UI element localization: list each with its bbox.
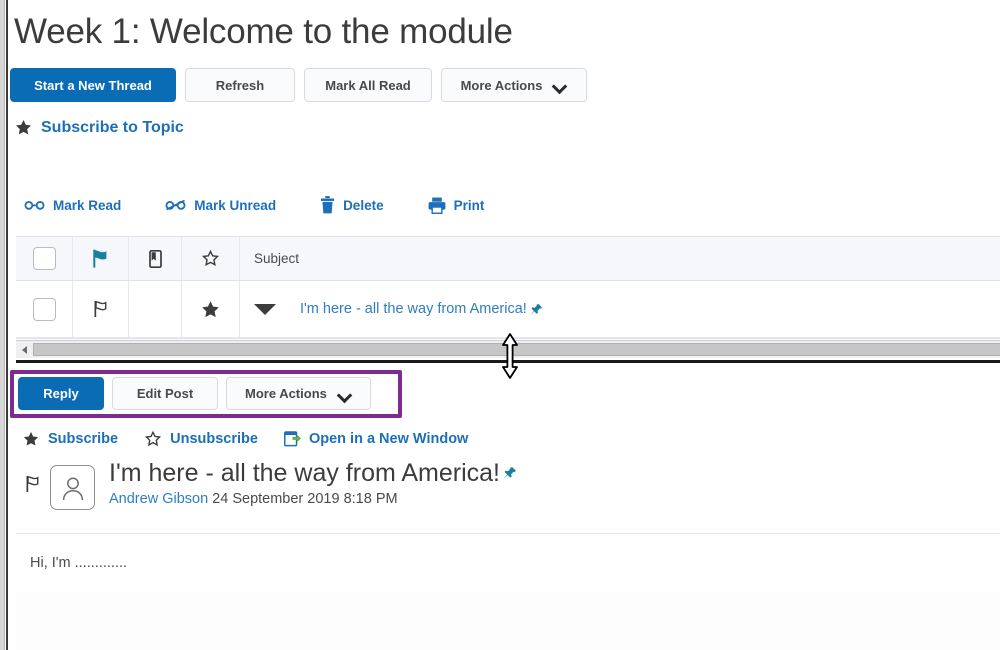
chevron-down-icon	[554, 81, 567, 89]
post-main: I'm here - all the way from America! And…	[109, 459, 517, 507]
star-outline-icon	[144, 430, 162, 448]
triangle-down-icon[interactable]	[254, 303, 276, 315]
star-column-header[interactable]	[182, 237, 240, 280]
attachment-column-header[interactable]	[129, 237, 182, 280]
star-filled-icon	[22, 430, 40, 448]
scrollbar-thumb[interactable]	[33, 343, 1000, 356]
trash-icon	[320, 196, 335, 214]
star-filled-icon	[200, 299, 221, 320]
forum-topic-screen: Week 1: Welcome to the module Start a Ne…	[0, 0, 1000, 650]
more-actions-label: More Actions	[460, 77, 543, 93]
post-flag-button[interactable]	[16, 459, 50, 493]
post-title-label: I'm here - all the way from America!	[109, 459, 501, 487]
window-left-gutter	[0, 0, 5, 650]
content-area: Week 1: Welcome to the module Start a Ne…	[8, 0, 1000, 650]
delete-action[interactable]: Delete	[320, 196, 384, 214]
post-more-actions-button[interactable]: More Actions	[226, 377, 371, 410]
flag-column-header[interactable]	[73, 237, 129, 280]
glasses-icon	[24, 198, 45, 212]
mark-read-label: Mark Read	[53, 197, 122, 213]
mark-unread-action[interactable]: Mark Unread	[165, 198, 276, 213]
chevron-down-icon	[339, 390, 352, 398]
mark-read-action[interactable]: Mark Read	[24, 198, 121, 213]
thread-actions-toolbar: Mark Read Mark Unread Delete Print	[24, 196, 528, 214]
post-body: Hi, I'm .............	[30, 555, 128, 571]
topic-toolbar: Start a New Thread Refresh Mark All Read…	[10, 68, 596, 102]
row-checkbox[interactable]	[32, 297, 56, 321]
table-header-row: Subject	[16, 237, 1000, 281]
star-outline-icon	[201, 249, 220, 268]
table-row[interactable]: I'm here - all the way from America!	[16, 281, 1000, 338]
mark-all-read-button[interactable]: Mark All Read	[304, 68, 432, 102]
scroll-left-arrow-icon[interactable]	[16, 341, 33, 358]
new-window-icon	[283, 431, 301, 447]
more-actions-button[interactable]: More Actions	[441, 68, 587, 102]
reply-button[interactable]: Reply	[18, 377, 104, 410]
flag-outline-icon	[25, 475, 41, 493]
flag-outline-icon	[93, 300, 109, 318]
subject-column-header: Subject	[240, 237, 1000, 280]
subscribe-to-topic-link[interactable]: Subscribe to Topic	[14, 118, 184, 137]
glasses-crossed-icon	[165, 198, 186, 212]
open-in-new-window-link[interactable]: Open in a New Window	[283, 431, 469, 447]
post-more-actions-label: More Actions	[245, 386, 327, 401]
open-in-new-window-label: Open in a New Window	[308, 431, 469, 447]
mark-unread-label: Mark Unread	[194, 197, 277, 213]
post-author-link[interactable]: Andrew Gibson	[109, 491, 208, 507]
row-star-cell[interactable]	[182, 281, 240, 337]
paperclip-icon	[148, 249, 163, 268]
avatar	[50, 465, 95, 510]
printer-icon	[428, 197, 446, 214]
post-meta: Andrew Gibson 24 September 2019 8:18 PM	[109, 491, 517, 507]
pushpin-icon	[530, 303, 543, 316]
subscribe-to-topic-label: Subscribe to Topic	[41, 118, 184, 136]
post-body-area	[16, 592, 1000, 650]
star-filled-icon	[14, 118, 33, 137]
pushpin-icon	[503, 466, 517, 480]
subscribe-label: Subscribe	[48, 431, 119, 447]
delete-label: Delete	[343, 197, 384, 213]
thread-subject-label: I'm here - all the way from America!	[300, 301, 527, 317]
unsubscribe-label: Unsubscribe	[170, 431, 258, 447]
flag-icon	[92, 249, 109, 268]
select-all-cell	[16, 237, 73, 280]
thread-subject-link[interactable]: I'm here - all the way from America!	[300, 301, 543, 317]
edit-post-button[interactable]: Edit Post	[112, 377, 218, 410]
threads-table: Subject I'm here - all the way from Amer…	[16, 236, 1000, 339]
row-select-cell	[16, 281, 73, 337]
horizontal-scrollbar[interactable]	[16, 340, 1000, 358]
post-divider	[16, 533, 1000, 534]
post-toolbar: Reply Edit Post More Actions	[18, 377, 379, 410]
unsubscribe-link[interactable]: Unsubscribe	[144, 430, 258, 448]
row-subject-cell: I'm here - all the way from America!	[240, 281, 1000, 337]
pane-split-rule	[16, 360, 1000, 363]
row-flag-cell[interactable]	[73, 281, 129, 337]
post-links-row: Subscribe Unsubscribe Open in a New Wind…	[22, 430, 494, 448]
refresh-button[interactable]: Refresh	[185, 68, 295, 102]
print-label: Print	[453, 197, 485, 213]
print-action[interactable]: Print	[428, 197, 485, 214]
subscribe-link[interactable]: Subscribe	[22, 430, 118, 448]
post-date: 24 September 2019 8:18 PM	[212, 490, 398, 507]
start-new-thread-button[interactable]: Start a New Thread	[10, 68, 176, 102]
select-all-checkbox[interactable]	[32, 247, 56, 270]
post-header: I'm here - all the way from America! And…	[16, 459, 1000, 510]
post-title: I'm here - all the way from America!	[109, 459, 517, 488]
row-attachment-cell	[129, 281, 182, 337]
page-title: Week 1: Welcome to the module	[14, 12, 513, 51]
subject-header-label: Subject	[254, 251, 300, 266]
